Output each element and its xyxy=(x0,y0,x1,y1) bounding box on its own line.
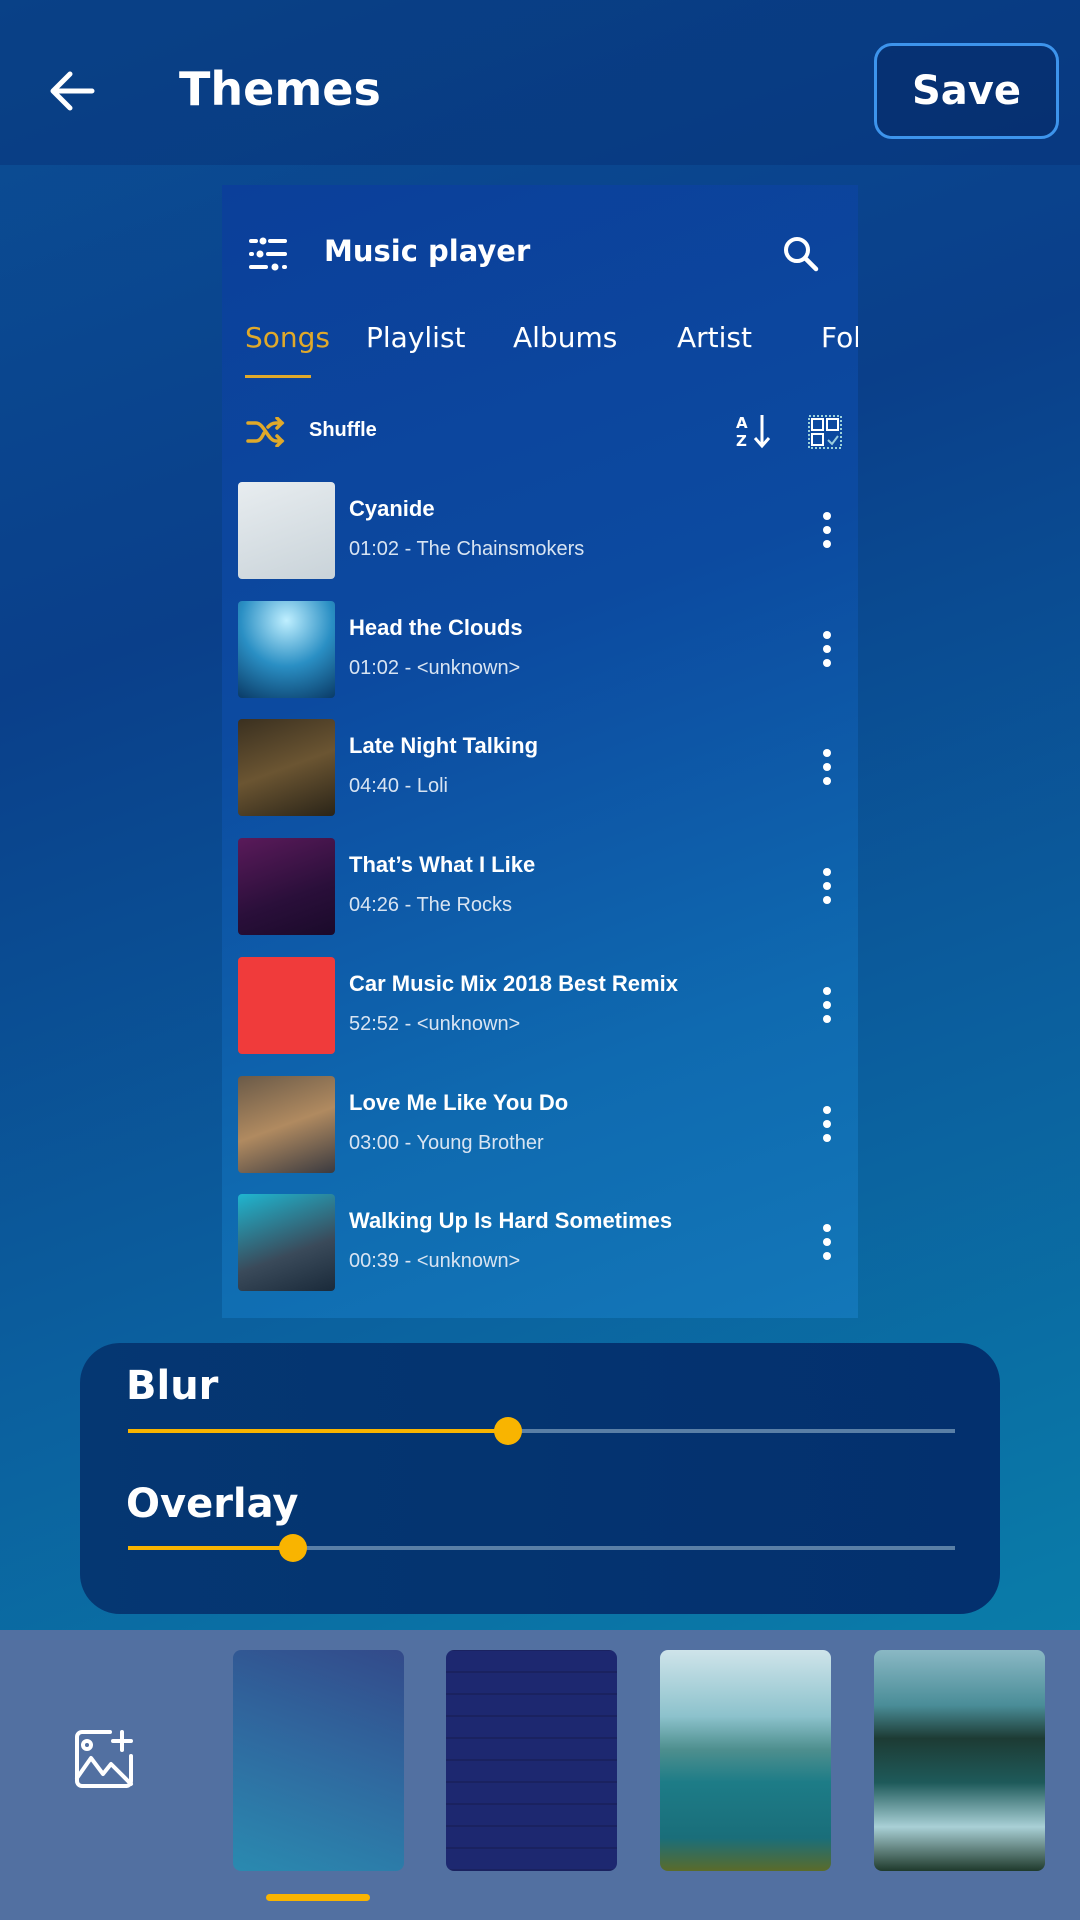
song-subtitle: 01:02 - The Chainsmokers xyxy=(349,538,585,560)
blur-slider-thumb[interactable] xyxy=(494,1417,523,1445)
song-title: Love Me Like You Do xyxy=(349,1089,569,1115)
overlay-slider-fill xyxy=(128,1546,294,1550)
song-title: Car Music Mix 2018 Best Remix xyxy=(349,970,678,996)
blur-slider[interactable] xyxy=(128,1417,955,1445)
song-subtitle: 04:40 - Loli xyxy=(349,775,448,798)
sort-az-icon[interactable]: AZ xyxy=(734,413,774,449)
song-subtitle: 52:52 - <unknown> xyxy=(349,1012,521,1035)
song-row[interactable]: Head the Clouds 01:02 - <unknown> xyxy=(238,600,848,698)
song-title: That’s What I Like xyxy=(349,852,536,878)
background-option-gradient[interactable] xyxy=(233,1650,404,1871)
album-art xyxy=(238,838,335,936)
adjustments-card: Blur Overlay xyxy=(80,1343,1000,1614)
song-subtitle: 01:02 - <unknown> xyxy=(349,656,521,679)
song-row[interactable]: Car Music Mix 2018 Best Remix 52:52 - <u… xyxy=(238,956,848,1054)
save-button[interactable]: Save xyxy=(874,43,1059,139)
more-options-icon[interactable] xyxy=(822,749,832,789)
album-art xyxy=(238,600,335,698)
background-option-forest[interactable] xyxy=(874,1650,1045,1871)
song-title: Late Night Talking xyxy=(349,733,539,759)
song-subtitle: 04:26 - The Rocks xyxy=(349,894,513,917)
album-art xyxy=(238,1194,335,1292)
preview-app-title: Music player xyxy=(324,234,531,268)
tab-folders[interactable]: Fol xyxy=(821,321,858,354)
background-option-lake[interactable] xyxy=(660,1650,831,1871)
tab-playlist[interactable]: Playlist xyxy=(366,321,466,354)
back-arrow-icon[interactable] xyxy=(48,70,96,112)
song-row[interactable]: Walking Up Is Hard Sometimes 00:39 - <un… xyxy=(238,1194,848,1292)
svg-text:Z: Z xyxy=(736,432,747,449)
more-options-icon[interactable] xyxy=(822,986,832,1027)
blur-label: Blur xyxy=(126,1363,219,1409)
background-option-brick[interactable] xyxy=(446,1650,617,1871)
blur-slider-fill xyxy=(128,1429,509,1433)
more-options-icon[interactable] xyxy=(822,868,832,908)
more-options-icon[interactable] xyxy=(822,512,832,552)
add-image-icon[interactable] xyxy=(74,1728,136,1790)
song-title: Walking Up Is Hard Sometimes xyxy=(349,1208,673,1234)
shuffle-icon[interactable] xyxy=(246,417,286,447)
more-options-icon[interactable] xyxy=(822,630,832,671)
equalizer-icon xyxy=(249,237,287,271)
album-art xyxy=(238,482,335,579)
page-title: Themes xyxy=(179,62,381,116)
shuffle-label[interactable]: Shuffle xyxy=(309,419,377,442)
song-row[interactable]: Cyanide 01:02 - The Chainsmokers xyxy=(238,482,848,579)
tab-songs[interactable]: Songs xyxy=(245,321,330,354)
song-subtitle: 00:39 - <unknown> xyxy=(349,1250,521,1273)
select-all-icon[interactable] xyxy=(808,415,842,449)
song-title: Cyanide xyxy=(349,496,435,521)
background-picker xyxy=(0,1630,1080,1920)
more-options-icon[interactable] xyxy=(822,1224,832,1264)
tab-albums[interactable]: Albums xyxy=(513,321,617,354)
overlay-slider[interactable] xyxy=(128,1534,955,1562)
song-row[interactable]: Late Night Talking 04:40 - Loli xyxy=(238,719,848,817)
song-title: Head the Clouds xyxy=(349,614,523,640)
theme-preview: Music player Songs Playlist Albums Artis… xyxy=(222,185,858,1318)
search-icon[interactable] xyxy=(782,235,820,273)
album-art xyxy=(238,719,335,817)
tab-artist[interactable]: Artist xyxy=(677,321,752,354)
overlay-slider-thumb[interactable] xyxy=(279,1534,308,1562)
overlay-label: Overlay xyxy=(126,1481,299,1527)
song-subtitle: 03:00 - Young Brother xyxy=(349,1131,544,1154)
album-art xyxy=(238,956,335,1054)
svg-text:A: A xyxy=(736,414,748,432)
tab-indicator xyxy=(245,375,311,378)
album-art xyxy=(238,1075,335,1173)
more-options-icon[interactable] xyxy=(822,1105,832,1146)
selected-background-indicator xyxy=(266,1894,370,1901)
song-row[interactable]: Love Me Like You Do 03:00 - Young Brothe… xyxy=(238,1075,848,1173)
song-row[interactable]: That’s What I Like 04:26 - The Rocks xyxy=(238,838,848,936)
